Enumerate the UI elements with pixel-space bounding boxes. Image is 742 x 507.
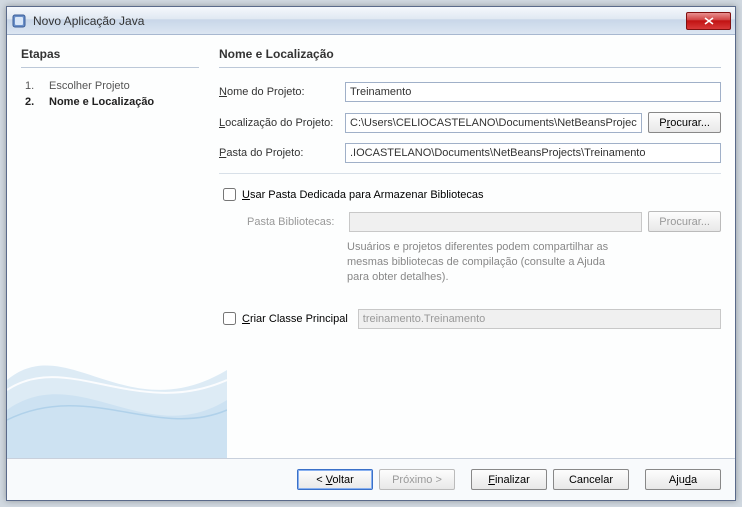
- project-folder-input: [345, 143, 721, 163]
- project-location-input[interactable]: [345, 113, 642, 133]
- step-label: Nome e Localização: [49, 96, 154, 108]
- main-title: Nome e Localização: [219, 47, 721, 68]
- step-item: 1. Escolher Projeto: [25, 78, 199, 94]
- project-folder-label: Pasta do Projeto:: [219, 147, 339, 159]
- app-icon: [11, 13, 27, 29]
- browse-lib-button: Procurar...: [648, 211, 721, 232]
- separator: [219, 173, 721, 174]
- cancel-button[interactable]: Cancelar: [553, 469, 629, 490]
- project-location-label: Localização do Projeto:: [219, 117, 339, 129]
- lib-folder-input: [349, 212, 642, 232]
- lib-help-text: Usuários e projetos diferentes podem com…: [219, 240, 619, 285]
- dedicated-folder-checkbox[interactable]: [223, 188, 236, 201]
- step-item-current: 2. Nome e Localização: [25, 94, 199, 110]
- create-main-class-label[interactable]: Criar Classe Principal: [242, 313, 348, 325]
- button-bar: < Voltar Próximo > Finalizar Cancelar Aj…: [7, 458, 735, 500]
- wizard-window: Novo Aplicação Java Etapas 1. Escolher P…: [6, 6, 736, 501]
- close-button[interactable]: [686, 12, 731, 30]
- lib-folder-label: Pasta Bibliotecas:: [247, 216, 343, 228]
- finish-button[interactable]: Finalizar: [471, 469, 547, 490]
- project-name-label: Nome do Projeto:: [219, 86, 339, 98]
- step-number: 2.: [25, 96, 39, 108]
- create-main-class-checkbox[interactable]: [223, 312, 236, 325]
- main-panel: Nome e Localização Nome do Projeto: Loca…: [209, 47, 721, 458]
- back-button[interactable]: < Voltar: [297, 469, 373, 490]
- step-label: Escolher Projeto: [49, 80, 130, 92]
- titlebar[interactable]: Novo Aplicação Java: [7, 7, 735, 35]
- browse-location-button[interactable]: Procurar...: [648, 112, 721, 133]
- help-button[interactable]: Ajuda: [645, 469, 721, 490]
- main-class-input: [358, 309, 721, 329]
- next-button: Próximo >: [379, 469, 455, 490]
- dedicated-folder-label[interactable]: Usar Pasta Dedicada para Armazenar Bibli…: [242, 189, 484, 201]
- window-title: Novo Aplicação Java: [33, 14, 686, 28]
- project-name-input[interactable]: [345, 82, 721, 102]
- sidebar-title: Etapas: [21, 47, 199, 68]
- step-list: 1. Escolher Projeto 2. Nome e Localizaçã…: [21, 78, 199, 110]
- step-number: 1.: [25, 80, 39, 92]
- steps-sidebar: Etapas 1. Escolher Projeto 2. Nome e Loc…: [21, 47, 209, 458]
